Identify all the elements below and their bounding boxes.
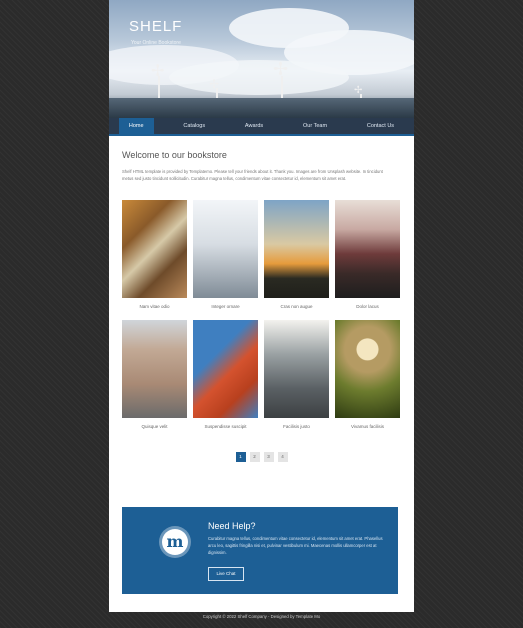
book-card[interactable]: Quisque velit xyxy=(122,320,187,440)
pagination: 1 2 3 4 xyxy=(122,452,401,462)
book-image-jumping-person[interactable] xyxy=(264,200,329,298)
live-chat-button[interactable]: Live Chat xyxy=(208,567,244,581)
nav-awards[interactable]: Awards xyxy=(235,118,273,134)
book-card[interactable]: Suspendisse suscipit xyxy=(193,320,258,440)
book-title[interactable]: Dolor lacus xyxy=(335,298,400,320)
book-card[interactable]: Vivamus facilisis xyxy=(335,320,400,440)
page-4-button[interactable]: 4 xyxy=(277,452,288,462)
help-text: Curabitur magna tellus, condimentum vita… xyxy=(208,536,383,555)
main-nav: Home Catalogs Awards Our Team Contact Us xyxy=(109,118,414,136)
book-image-stairs[interactable] xyxy=(264,320,329,418)
help-box: m Need Help? Curabitur magna tellus, con… xyxy=(122,507,398,594)
book-card[interactable]: Nam vitae odio xyxy=(122,200,187,320)
book-card[interactable]: Cras non augue xyxy=(264,200,329,320)
book-title[interactable]: Suspendisse suscipit xyxy=(193,418,258,440)
nav-catalogs[interactable]: Catalogs xyxy=(173,118,215,134)
nav-our-team[interactable]: Our Team xyxy=(293,118,337,134)
help-title: Need Help? xyxy=(208,521,256,531)
book-image-house-car[interactable] xyxy=(122,320,187,418)
book-card[interactable]: Dolor lacus xyxy=(335,200,400,320)
nav-home[interactable]: Home xyxy=(118,118,154,134)
landscape xyxy=(109,98,414,118)
book-title[interactable]: Cras non augue xyxy=(264,298,329,320)
main-content: Welcome to our bookstore Shelf HTML temp… xyxy=(109,136,414,462)
footer-copyright: Copyright © 2022 Shelf Company - Designe… xyxy=(202,614,321,619)
book-title[interactable]: Vivamus facilisis xyxy=(335,418,400,440)
book-title[interactable]: Facilisis justo xyxy=(264,418,329,440)
header-hero: ✢ ✢ ✢ ✢ SHELF Your Online Bookstore xyxy=(109,0,414,118)
nav-contact-us[interactable]: Contact Us xyxy=(357,118,404,134)
book-grid: Nam vitae odio Integer ornare Cras non a… xyxy=(122,200,401,440)
page: ✢ ✢ ✢ ✢ SHELF Your Online Bookstore Home… xyxy=(109,0,414,612)
book-image-red-bridge[interactable] xyxy=(193,320,258,418)
book-title[interactable]: Nam vitae odio xyxy=(122,298,187,320)
book-title[interactable]: Quisque velit xyxy=(122,418,187,440)
help-logo-icon: m xyxy=(162,529,188,555)
page-2-button[interactable]: 2 xyxy=(249,452,260,462)
book-image-autumn-forest[interactable] xyxy=(122,200,187,298)
site-brand[interactable]: SHELF xyxy=(129,18,182,35)
book-card[interactable]: Integer ornare xyxy=(193,200,258,320)
book-card[interactable]: Facilisis justo xyxy=(264,320,329,440)
page-1-button[interactable]: 1 xyxy=(235,452,246,462)
page-3-button[interactable]: 3 xyxy=(263,452,274,462)
book-image-mushroom[interactable] xyxy=(335,320,400,418)
welcome-text: Shelf HTML template is provided by Templ… xyxy=(122,169,383,181)
site-tagline: Your Online Bookstore xyxy=(131,40,181,46)
book-image-skyscraper[interactable] xyxy=(193,200,258,298)
welcome-title: Welcome to our bookstore xyxy=(122,150,227,160)
book-image-mountain-road[interactable] xyxy=(335,200,400,298)
book-title[interactable]: Integer ornare xyxy=(193,298,258,320)
